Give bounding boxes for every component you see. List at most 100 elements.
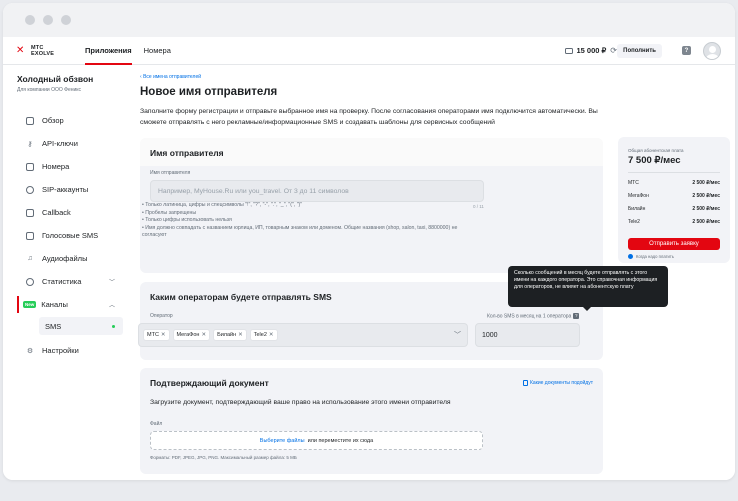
remove-tag-icon[interactable]: ✕ bbox=[161, 332, 166, 338]
sidebar-item-label: SIP-аккаунты bbox=[42, 185, 89, 194]
sidebar-item-label: SMS bbox=[45, 321, 62, 331]
project-company: Для компании ООО Феникс bbox=[17, 87, 82, 93]
price-label: Общая абонентская плата bbox=[628, 148, 684, 153]
gear-icon: ⚙ bbox=[26, 347, 34, 355]
document-heading: Подтверждающий документ bbox=[150, 378, 269, 388]
price-row: Билайн 2 500 ₽/мес bbox=[628, 206, 720, 212]
sidebar-item-settings[interactable]: ⚙ Настройки bbox=[17, 339, 123, 362]
info-icon[interactable]: ? bbox=[573, 313, 580, 319]
sidebar-item-label: Статистика bbox=[42, 277, 82, 286]
sidebar-item-label: Обзор bbox=[42, 116, 64, 125]
new-badge: New bbox=[23, 301, 37, 308]
operator-select[interactable]: МТС ✕ МегаФон ✕ Билайн ✕ Tele2 ✕ ﹀ bbox=[138, 323, 468, 347]
info-dot-icon bbox=[628, 254, 633, 259]
page-title: Новое имя отправителя bbox=[140, 86, 278, 98]
file-formats-hint: Форматы: PDF, JPEG, JPG, PNG. Максимальн… bbox=[150, 455, 297, 460]
char-counter: 0 / 11 bbox=[473, 204, 484, 209]
operators-heading: Каким операторам будете отправлять SMS bbox=[150, 292, 332, 302]
sip-icon bbox=[26, 185, 34, 194]
sidebar-item-sms[interactable]: SMS bbox=[39, 317, 123, 335]
operator-tag: Tele2 ✕ bbox=[249, 329, 278, 341]
sender-rules-list: Только латиница, цифры и спецсимволы "!"… bbox=[142, 202, 472, 240]
sidebar-item-voice-sms[interactable]: Голосовые SMS bbox=[17, 224, 123, 247]
rule-item: Имя должно совпадать с названием юрлица,… bbox=[142, 225, 472, 240]
app-window: ✕ МТС EXOLVE Приложения Номера 15 000 ₽ … bbox=[3, 3, 735, 480]
operator-tag: Билайн ✕ bbox=[213, 329, 247, 341]
chevron-down-icon[interactable]: ﹀ bbox=[454, 330, 461, 340]
sidebar-item-label: Каналы bbox=[41, 300, 68, 309]
sidebar-item-channels[interactable]: New Каналы ︿ bbox=[17, 293, 123, 316]
sender-heading: Имя отправителя bbox=[150, 148, 224, 158]
window-dot-maximize[interactable] bbox=[61, 15, 71, 25]
document-description: Загрузите документ, подтверждающий ваше … bbox=[150, 399, 451, 406]
sidebar-item-sip[interactable]: SIP-аккаунты bbox=[17, 178, 123, 201]
price-summary: Общая абонентская плата 7 500 ₽/мес МТС 2… bbox=[618, 137, 730, 263]
payment-note[interactable]: Когда надо платить bbox=[628, 254, 674, 259]
back-link[interactable]: ‹ Все имена отправителей bbox=[140, 74, 201, 80]
sidebar-item-callback[interactable]: Callback bbox=[17, 201, 123, 224]
sidebar-item-label: Настройки bbox=[42, 346, 79, 355]
chevron-up-icon: ︿ bbox=[108, 303, 115, 309]
sidebar-item-label: Голосовые SMS bbox=[42, 231, 99, 240]
refresh-icon[interactable]: ⟳ bbox=[610, 46, 617, 55]
chevron-down-icon: ﹀ bbox=[108, 280, 115, 286]
quantity-tooltip: Сколько сообщений в месяц будете отправл… bbox=[508, 266, 668, 311]
price-total: 7 500 ₽/мес bbox=[628, 155, 681, 166]
key-icon: ⚷ bbox=[27, 140, 33, 148]
main-content: ‹ Все имена отправителей Новое имя отпра… bbox=[128, 65, 735, 480]
logo-mark-icon: ✕ bbox=[16, 44, 25, 56]
sidebar-item-api-keys[interactable]: ⚷ API-ключи bbox=[17, 132, 123, 155]
choose-files-link[interactable]: Выберите файлы bbox=[260, 438, 305, 444]
file-dropzone[interactable]: Выберите файлы или переместите их сюда bbox=[150, 431, 483, 450]
operator-label: Оператор bbox=[150, 313, 173, 319]
sidebar-item-label: Номера bbox=[42, 162, 70, 171]
logo-line2: EXOLVE bbox=[31, 50, 55, 57]
price-row: МегаФон 2 500 ₽/мес bbox=[628, 193, 720, 199]
wallet-icon bbox=[564, 47, 573, 54]
remove-tag-icon[interactable]: ✕ bbox=[238, 332, 243, 338]
window-titlebar bbox=[3, 3, 735, 37]
voice-message-icon bbox=[26, 231, 34, 240]
mts-exolve-logo[interactable]: ✕ МТС EXOLVE bbox=[16, 45, 64, 57]
sms-quantity-input[interactable]: 1000 bbox=[475, 323, 580, 347]
sidebar-item-audio[interactable]: ♫ Аудиофайлы bbox=[17, 247, 123, 270]
top-navigation: ✕ МТС EXOLVE Приложения Номера 15 000 ₽ … bbox=[3, 37, 735, 65]
nav-item-apps[interactable]: Приложения bbox=[79, 37, 138, 65]
qty-label: Кол-во SMS в месяц на 1 оператора? bbox=[487, 313, 580, 320]
phone-icon bbox=[26, 162, 34, 171]
sidebar-item-statistics[interactable]: Статистика ﹀ bbox=[17, 270, 123, 293]
sender-field-label: Имя отправителя bbox=[150, 170, 191, 176]
intro-text: Заполните форму регистрации и отправьте … bbox=[140, 108, 598, 126]
sender-name-input[interactable]: Например, MyHouse.Ru или you_travel. От … bbox=[150, 180, 484, 202]
main-nav: Приложения Номера bbox=[79, 37, 177, 65]
remove-tag-icon[interactable]: ✕ bbox=[201, 332, 206, 338]
rule-item: Только цифры использовать нельзя bbox=[142, 217, 472, 225]
document-card: Подтверждающий документ Какие документы … bbox=[140, 368, 603, 474]
music-icon: ♫ bbox=[27, 255, 33, 262]
operator-tag: МТС ✕ bbox=[143, 329, 170, 341]
grid-icon bbox=[26, 116, 34, 125]
submit-request-button[interactable]: Отправить заявку bbox=[628, 238, 720, 250]
user-avatar[interactable] bbox=[703, 41, 721, 60]
help-icon[interactable]: ? bbox=[682, 46, 691, 55]
sidebar-item-numbers[interactable]: Номера bbox=[17, 155, 123, 178]
project-title: Холодный обзвон bbox=[17, 74, 94, 84]
documents-help-link[interactable]: Какие документы подойдут bbox=[522, 380, 593, 386]
window-dot-minimize[interactable] bbox=[43, 15, 53, 25]
sidebar-menu: Обзор ⚷ API-ключи Номера SIP-аккаунты Ca… bbox=[17, 109, 123, 362]
rule-item: Только латиница, цифры и спецсимволы "!"… bbox=[142, 202, 472, 210]
rule-item: Пробелы запрещены bbox=[142, 210, 472, 218]
topup-button[interactable]: Пополнить bbox=[617, 43, 662, 58]
status-dot bbox=[112, 324, 115, 328]
remove-tag-icon[interactable]: ✕ bbox=[269, 332, 274, 338]
back-link-label: Все имена отправителей bbox=[143, 74, 202, 80]
callback-icon bbox=[26, 208, 34, 217]
sidebar: Холодный обзвон Для компании ООО Феникс … bbox=[3, 65, 128, 480]
price-row: Tele2 2 500 ₽/мес bbox=[628, 219, 720, 225]
chart-icon bbox=[26, 277, 34, 286]
nav-item-numbers[interactable]: Номера bbox=[138, 37, 177, 65]
window-dot-close[interactable] bbox=[25, 15, 35, 25]
sidebar-item-overview[interactable]: Обзор bbox=[17, 109, 123, 132]
document-icon bbox=[522, 380, 528, 386]
sidebar-item-label: Callback bbox=[42, 208, 71, 217]
